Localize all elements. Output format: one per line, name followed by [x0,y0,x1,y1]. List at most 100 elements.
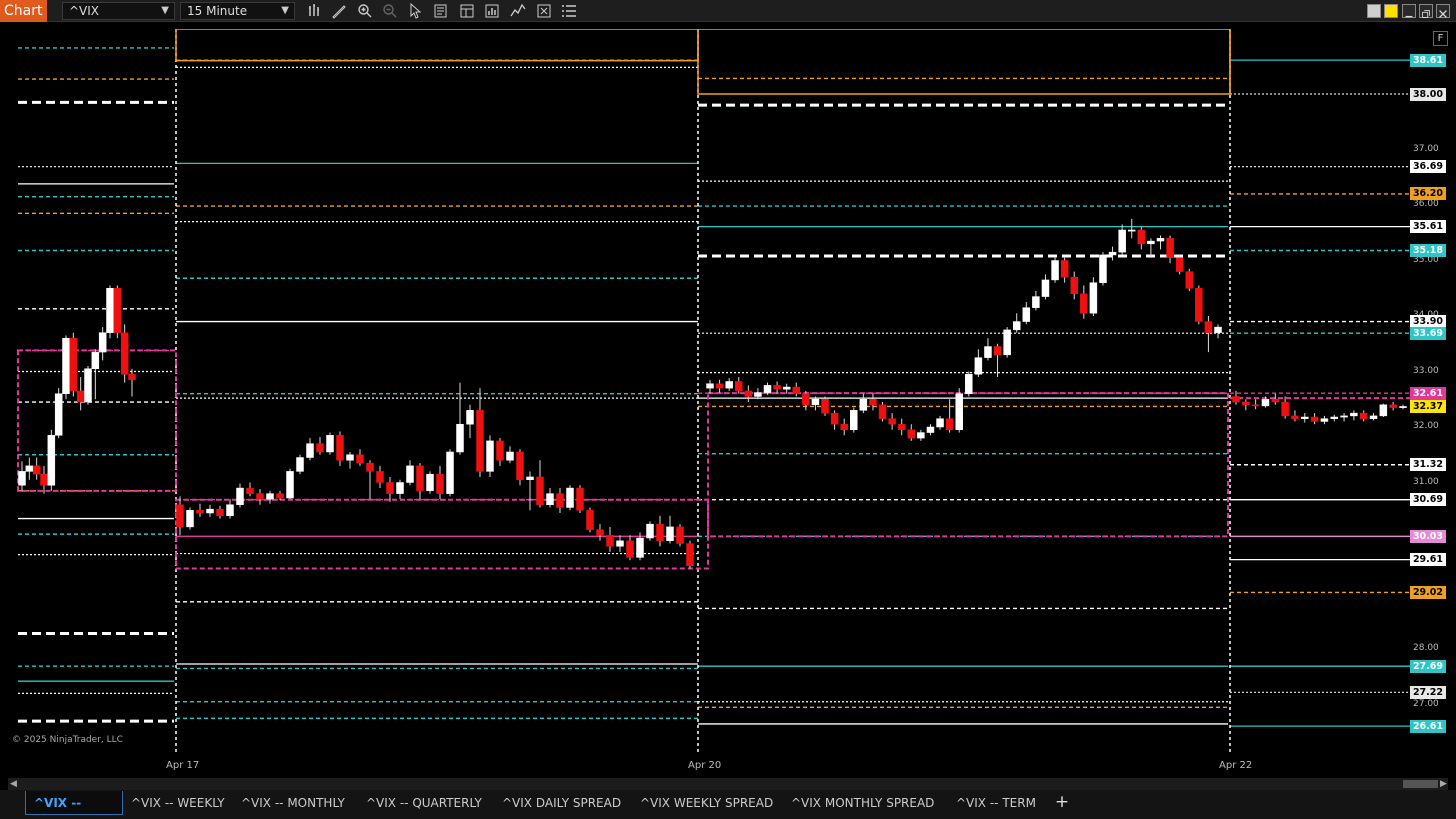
candle-down [76,390,85,403]
candle-up [725,381,733,389]
price-axis-f-button[interactable]: F [1433,31,1448,46]
templates-icon[interactable] [458,2,476,20]
candle-up [566,487,574,508]
instrument-selector[interactable]: ^VIX ▼ [62,2,175,20]
candle-down [586,510,594,530]
zoom-in-icon[interactable] [356,2,374,20]
candle-up [186,510,194,528]
candle-up [98,332,107,353]
candle-down [496,440,504,461]
candle-down [1185,271,1193,289]
price-axis-tick: 31.00 [1413,476,1439,487]
candle-down [686,543,694,566]
pointer-icon[interactable] [406,2,424,20]
candle-down [802,393,810,406]
candle-up [782,386,791,390]
candle-down [40,473,48,486]
data-series-icon[interactable] [483,2,501,20]
price-label: 27.69 [1410,659,1446,673]
chart-tab-bar: ^VIX -- DAILY ^VIX -- WEEKLY ^VIX -- MON… [0,790,1456,819]
candle-up [106,288,114,333]
list-icon[interactable] [560,2,578,20]
candle-down [476,410,484,472]
candle-up [666,526,674,542]
close-icon[interactable] [1436,4,1450,18]
candle-up [1089,282,1098,314]
candle-up [706,383,714,389]
tab-vix-monthly[interactable]: ^VIX -- MONTHLY [233,791,357,815]
zoom-out-icon[interactable] [381,2,399,20]
price-axis-tick: 37.00 [1413,143,1439,154]
candle-down [316,443,324,453]
candle-down [436,473,444,494]
candle-down [216,508,224,517]
price-label: 33.69 [1410,326,1446,340]
candle-up [1022,307,1031,322]
candle-up [616,540,624,547]
tab-vix-monthly-spread[interactable]: ^VIX MONTHLY SPREAD [783,791,948,815]
horizontal-scrollbar[interactable]: ◀ ▶ [8,778,1448,790]
tab-vix-quarterly[interactable]: ^VIX -- QUARTERLY [358,791,494,815]
color-swatch-yellow[interactable] [1384,4,1398,18]
candle-down [596,529,604,536]
candle-up [1379,404,1388,417]
color-swatch-gray[interactable] [1367,4,1381,18]
tab-vix-term[interactable]: ^VIX -- TERM [948,791,1048,815]
candle-up [1301,416,1309,419]
restore-icon[interactable] [1419,4,1433,18]
candle-down [276,493,284,499]
candle-down [1242,401,1250,406]
minimize-icon[interactable] [1402,4,1416,18]
price-chart[interactable] [8,29,1410,752]
scroll-right-icon[interactable]: ▶ [1440,778,1447,790]
candle-up [1147,240,1155,245]
interval-value: 15 Minute [187,4,248,18]
price-axis-tick: 33.00 [1413,365,1439,376]
candle-down [626,540,634,558]
candle-up [646,523,654,539]
properties-icon[interactable] [432,2,450,20]
opening-range-box [707,392,1229,538]
tab-vix-weekly-spread[interactable]: ^VIX WEEKLY SPREAD [632,791,782,815]
candle-up [396,482,404,494]
scrollbar-thumb[interactable] [1403,780,1438,788]
candle-up [1127,229,1136,232]
candle-up [1214,326,1222,333]
candle-down [386,482,394,494]
bars-type-icon[interactable] [306,2,324,20]
candle-up [1051,260,1059,281]
candle-down [869,399,877,406]
candle-down [256,493,264,500]
candle-down [536,476,544,505]
candle-up [1320,418,1329,422]
candle-down [878,404,887,419]
candle-up [1118,229,1126,253]
candle-up [546,493,554,505]
tab-vix-daily-spread[interactable]: ^VIX DAILY SPREAD [494,791,632,815]
chart-panel[interactable] [8,29,1410,752]
candle-down [830,412,839,425]
candle-up [18,471,26,486]
candle-up [506,451,514,461]
candle-down [1251,404,1260,407]
scroll-left-icon[interactable]: ◀ [10,778,17,790]
candle-up [1032,296,1040,308]
drawing-tool-icon[interactable] [330,2,348,20]
price-label: 27.22 [1410,685,1446,699]
add-tab-button[interactable]: + [1053,791,1071,815]
price-label: 29.02 [1410,585,1446,599]
price-axis-tick: 32.00 [1413,421,1439,431]
price-label: 30.69 [1410,493,1446,507]
strategies-icon[interactable] [535,2,553,20]
candle-down [1060,260,1069,278]
candle-up [446,451,454,494]
candle-down [792,386,801,394]
opening-range-box [17,349,177,492]
indicators-icon[interactable] [509,2,527,20]
candle-up [1330,416,1338,419]
interval-selector[interactable]: 15 Minute ▼ [180,2,295,20]
tab-vix-weekly[interactable]: ^VIX -- WEEKLY [123,791,231,815]
tab-vix-daily[interactable]: ^VIX -- DAILY [25,791,123,815]
candle-down [1080,293,1088,314]
candle-up [1108,251,1117,256]
